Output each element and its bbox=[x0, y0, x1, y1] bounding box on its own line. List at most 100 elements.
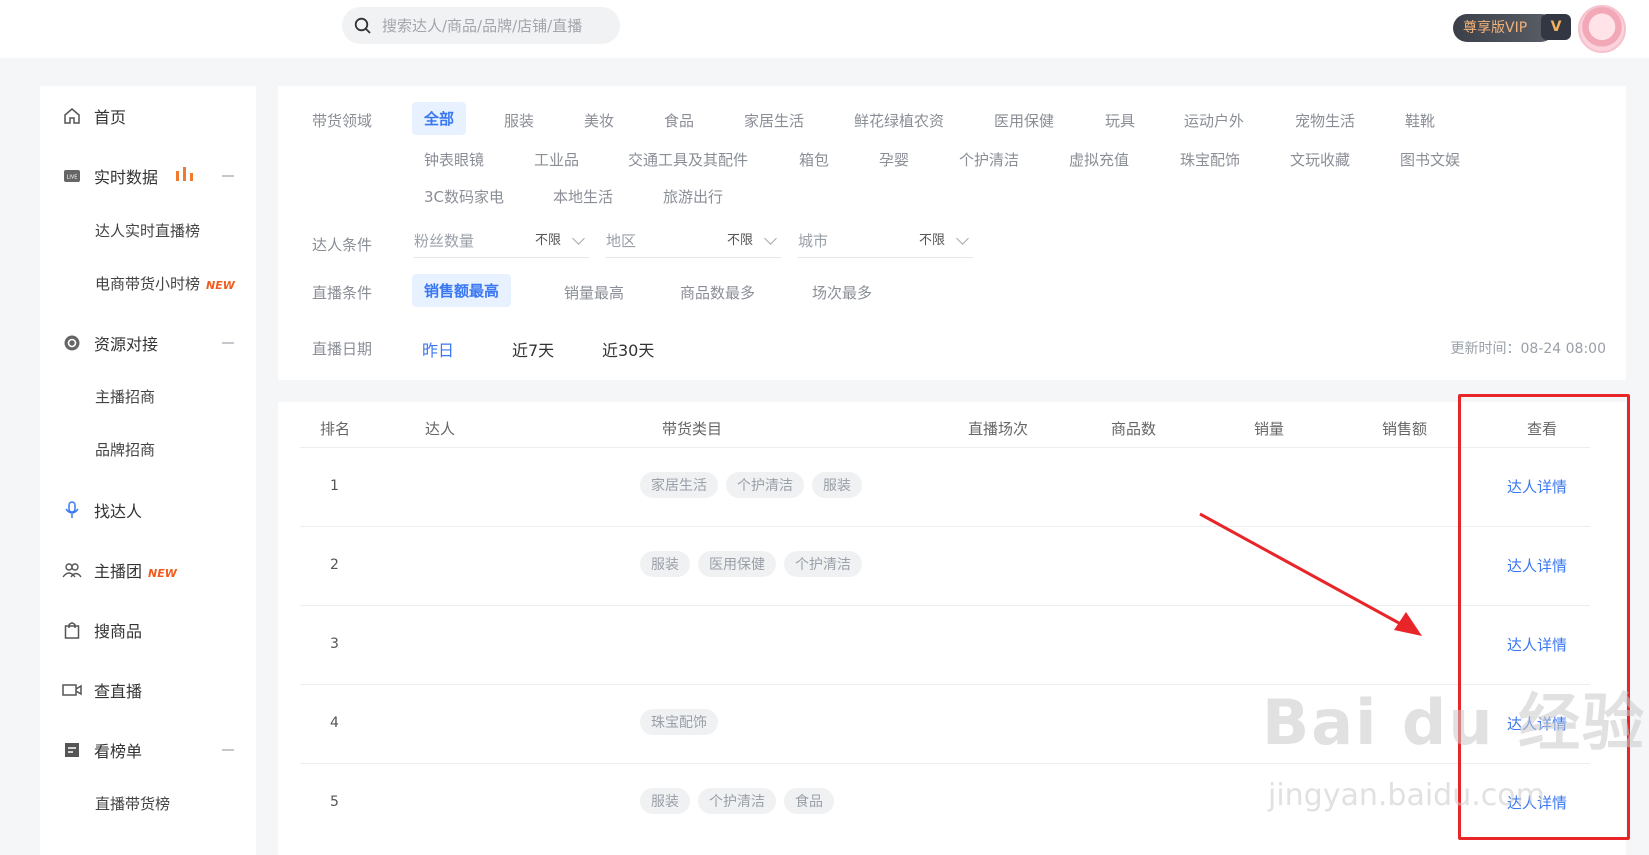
category-chip[interactable]: 虚拟充值 bbox=[1069, 149, 1129, 170]
category-chip[interactable]: 食品 bbox=[664, 110, 694, 131]
ranking-list-icon bbox=[62, 740, 82, 760]
rank-cell: 2 bbox=[330, 557, 339, 573]
sidebar-item-label: 搜商品 bbox=[94, 622, 143, 641]
sidebar-item-label: 找达人 bbox=[94, 502, 143, 521]
category-tag: 个护清洁 bbox=[726, 472, 804, 498]
sidebar-item-label: 资源对接 bbox=[94, 335, 159, 354]
rank-cell: 5 bbox=[330, 794, 339, 810]
fans-dropdown[interactable]: 粉丝数量 不限 bbox=[414, 224, 589, 258]
dropdown-value: 不限 bbox=[726, 233, 753, 248]
col-header-talent: 达人 bbox=[425, 420, 456, 438]
collapse-icon[interactable] bbox=[222, 175, 234, 177]
live-condition-label: 直播条件 bbox=[312, 284, 373, 302]
col-header-category: 带货类目 bbox=[662, 420, 723, 438]
category-label: 带货领域 bbox=[312, 112, 373, 130]
sidebar-item-label: 首页 bbox=[94, 108, 127, 127]
collapse-icon[interactable] bbox=[222, 342, 234, 344]
group-icon bbox=[62, 560, 82, 580]
sidebar-subitem-live-sales-rank[interactable]: 直播带货榜 bbox=[95, 793, 170, 814]
category-chip[interactable]: 医用保健 bbox=[994, 110, 1054, 131]
sidebar-item-resource[interactable]: 资源对接 bbox=[40, 323, 256, 363]
category-chip[interactable]: 文玩收藏 bbox=[1290, 149, 1350, 170]
resource-icon bbox=[62, 333, 82, 353]
sidebar-item-realtime[interactable]: LIVE 实时数据 bbox=[40, 156, 256, 196]
category-tags: 服装 个护清洁 食品 bbox=[640, 788, 834, 814]
city-dropdown[interactable]: 城市 不限 bbox=[798, 224, 973, 258]
watermark-url: jingyan.baidu.com bbox=[1268, 778, 1545, 813]
sidebar-subitem-hourly[interactable]: 电商带货小时榜 NEW bbox=[95, 273, 235, 294]
shopping-bag-icon bbox=[62, 620, 82, 640]
collapse-icon[interactable] bbox=[222, 749, 234, 751]
avatar[interactable] bbox=[1578, 5, 1626, 53]
dropdown-placeholder: 地区 bbox=[606, 232, 637, 250]
category-chip[interactable]: 钟表眼镜 bbox=[424, 149, 484, 170]
sidebar-item-search-goods[interactable]: 搜商品 bbox=[40, 610, 256, 650]
sidebar-item-label: 看榜单 bbox=[94, 742, 143, 761]
category-chip[interactable]: 工业品 bbox=[534, 149, 579, 170]
category-tags: 家居生活 个护清洁 服装 bbox=[640, 472, 862, 498]
category-chip[interactable]: 旅游出行 bbox=[663, 186, 723, 207]
sidebar-item-home[interactable]: 首页 bbox=[40, 96, 256, 136]
category-chip[interactable]: 宠物生活 bbox=[1295, 110, 1355, 131]
live-bars-icon bbox=[176, 167, 193, 181]
sidebar-item-find-talent[interactable]: 找达人 bbox=[40, 490, 256, 530]
category-chip[interactable]: 运动户外 bbox=[1184, 110, 1244, 131]
live-option[interactable]: 商品数最多 bbox=[680, 282, 755, 303]
col-header-rank: 排名 bbox=[320, 420, 351, 438]
sidebar-subitem-anchor-recruit[interactable]: 主播招商 bbox=[95, 386, 155, 407]
home-icon bbox=[62, 106, 82, 126]
category-chip[interactable]: 美妆 bbox=[584, 110, 614, 131]
sidebar-item-rankings[interactable]: 看榜单 bbox=[40, 730, 256, 770]
svg-text:LIVE: LIVE bbox=[67, 175, 78, 181]
dropdown-value: 不限 bbox=[918, 233, 945, 248]
col-header-volume: 销量 bbox=[1254, 420, 1285, 438]
live-icon: LIVE bbox=[62, 166, 82, 186]
category-chip[interactable]: 本地生活 bbox=[553, 186, 613, 207]
chevron-down-icon bbox=[956, 232, 969, 245]
search-box[interactable] bbox=[342, 7, 620, 44]
category-chip[interactable]: 孕婴 bbox=[879, 149, 909, 170]
category-chip[interactable]: 3C数码家电 bbox=[424, 186, 504, 207]
date-option[interactable]: 近30天 bbox=[602, 337, 654, 361]
category-chip[interactable]: 箱包 bbox=[799, 149, 829, 170]
category-chip[interactable]: 玩具 bbox=[1105, 110, 1135, 131]
category-tag: 家居生活 bbox=[640, 472, 718, 498]
live-option[interactable]: 场次最多 bbox=[812, 282, 872, 303]
category-chip[interactable]: 鞋靴 bbox=[1405, 110, 1435, 131]
category-tags: 服装 医用保健 个护清洁 bbox=[640, 551, 862, 577]
chevron-down-icon bbox=[572, 232, 585, 245]
dropdown-placeholder: 粉丝数量 bbox=[414, 232, 475, 250]
rank-cell: 4 bbox=[330, 715, 339, 731]
category-chip[interactable]: 鲜花绿植农资 bbox=[854, 110, 944, 131]
category-chip[interactable]: 珠宝配饰 bbox=[1180, 149, 1240, 170]
filter-panel: 带货领域 全部 服装 美妆 食品 家居生活 鲜花绿植农资 医用保健 玩具 运动户… bbox=[278, 86, 1626, 380]
sidebar-subitem-realtime-live[interactable]: 达人实时直播榜 bbox=[95, 220, 200, 241]
category-chip[interactable]: 服装 bbox=[504, 110, 534, 131]
annotation-arrow-icon bbox=[1199, 512, 1422, 636]
chevron-down-icon bbox=[764, 232, 777, 245]
category-tag: 医用保健 bbox=[698, 551, 776, 577]
category-tag: 珠宝配饰 bbox=[640, 709, 718, 735]
sidebar-item-label: 实时数据 bbox=[94, 168, 159, 187]
category-tag: 服装 bbox=[812, 472, 862, 498]
category-tags: 珠宝配饰 bbox=[640, 709, 718, 735]
col-header-revenue: 销售额 bbox=[1382, 420, 1428, 438]
category-chip[interactable]: 个护清洁 bbox=[959, 149, 1019, 170]
update-time: 更新时间：08-24 08:00 bbox=[1450, 341, 1606, 357]
live-option[interactable]: 销量最高 bbox=[564, 282, 624, 303]
category-chip[interactable]: 图书文娱 bbox=[1400, 149, 1460, 170]
sidebar-item-check-live[interactable]: 查直播 bbox=[40, 670, 256, 710]
date-option-yesterday[interactable]: 昨日 bbox=[422, 337, 454, 361]
sidebar-item-anchor-group[interactable]: 主播团 NEW bbox=[40, 550, 256, 590]
date-option[interactable]: 近7天 bbox=[512, 337, 554, 361]
live-date-label: 直播日期 bbox=[312, 340, 373, 358]
search-input[interactable] bbox=[382, 16, 602, 35]
new-badge: NEW bbox=[206, 279, 235, 292]
live-option-top-sales[interactable]: 销售额最高 bbox=[412, 274, 512, 307]
category-chip[interactable]: 家居生活 bbox=[744, 110, 804, 131]
category-chip[interactable]: 交通工具及其配件 bbox=[628, 149, 748, 170]
region-dropdown[interactable]: 地区 不限 bbox=[606, 224, 781, 258]
vip-button[interactable]: 尊享版VIP bbox=[1453, 14, 1556, 42]
category-chip-all[interactable]: 全部 bbox=[412, 102, 467, 135]
sidebar-subitem-brand-recruit[interactable]: 品牌招商 bbox=[95, 439, 155, 460]
